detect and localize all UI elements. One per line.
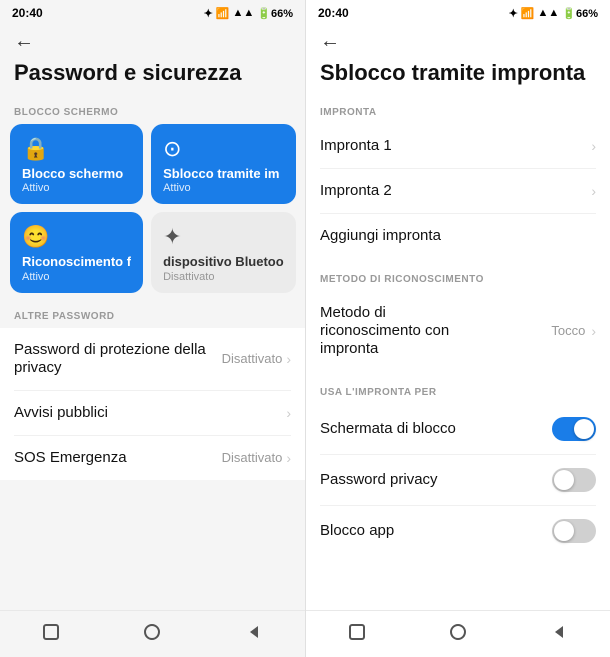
chevron-icon: ›	[286, 450, 291, 466]
lock-icon: 🔒	[22, 136, 131, 162]
tile-sblocco-impronta[interactable]: ⊙ Sblocco tramite im Attivo	[151, 124, 296, 205]
tile-riconoscimento-subtitle: Attivo	[22, 271, 131, 283]
tile-bluetooth[interactable]: ✦ dispositivo Bluetoo Disattivato	[151, 212, 296, 293]
page-title-right: Sblocco tramite impronta	[306, 55, 610, 97]
row-password-privacy-value: Disattivato	[222, 351, 283, 366]
status-bar-left: 20:40 ✦ 📶 ▲▲ 🔋66%	[0, 0, 305, 24]
aggiungi-impronta-label: Aggiungi impronta	[320, 227, 596, 245]
bottom-nav-right	[306, 610, 610, 657]
nav-square-left[interactable]	[40, 621, 62, 643]
tile-sblocco-title: Sblocco tramite im	[163, 166, 284, 182]
metodo-label: Metodo di riconoscimento con impronta	[320, 304, 480, 358]
status-bar-right: 20:40 ✦ 📶 ▲▲ 🔋66%	[306, 0, 610, 24]
row-avvisi[interactable]: Avvisi pubblici ›	[14, 391, 291, 436]
row-impronta-1[interactable]: Impronta 1 ›	[320, 124, 596, 169]
row-password-privacy[interactable]: Password di protezione della privacy Dis…	[14, 328, 291, 391]
section-metodo: METODO DI RICONOSCIMENTO	[306, 264, 610, 291]
bluetooth-icon: ✦	[163, 224, 284, 250]
wifi-icon-r: ▲▲	[538, 7, 560, 19]
blocco-app-label: Blocco app	[320, 522, 552, 540]
time-left: 20:40	[12, 6, 43, 20]
tile-blocco-schermo-subtitle: Attivo	[22, 182, 131, 194]
impronta-1-label: Impronta 1	[320, 137, 591, 155]
row-sos[interactable]: SOS Emergenza Disattivato ›	[14, 436, 291, 480]
right-panel: 20:40 ✦ 📶 ▲▲ 🔋66% ← Sblocco tramite impr…	[305, 0, 610, 657]
bt-icon: ✦	[204, 7, 213, 20]
battery-icon: 🔋66%	[257, 7, 293, 20]
tile-riconoscimento[interactable]: 😊 Riconoscimento f Attivo	[10, 212, 143, 293]
list-section-impronta: Impronta 1 › Impronta 2 › Aggiungi impro…	[306, 124, 610, 258]
wifi-icon: ▲▲	[233, 7, 255, 19]
left-panel: 20:40 ✦ 📶 ▲▲ 🔋66% ← Password e sicurezza…	[0, 0, 305, 657]
status-icons-left: ✦ 📶 ▲▲ 🔋66%	[204, 7, 293, 20]
back-button-right[interactable]: ←	[306, 24, 610, 55]
bottom-nav-left	[0, 610, 305, 657]
section-usa-impronta: USA L'IMPRONTA PER	[306, 377, 610, 404]
bt-icon-r: ✦	[509, 7, 518, 20]
chevron-impronta-1: ›	[591, 138, 596, 154]
row-metodo[interactable]: Metodo di riconoscimento con impronta To…	[320, 291, 596, 371]
section-altre-password: ALTRE PASSWORD	[0, 301, 305, 328]
chevron-impronta-2: ›	[591, 183, 596, 199]
tiles-grid: 🔒 Blocco schermo Attivo ⊙ Sblocco tramit…	[0, 124, 305, 301]
list-section-toggles: Schermata di blocco Password privacy Blo…	[306, 404, 610, 556]
toggle-schermata-blocco[interactable]	[552, 417, 596, 441]
nav-back-right[interactable]	[548, 621, 570, 643]
row-sos-label: SOS Emergenza	[14, 449, 222, 467]
impronta-2-label: Impronta 2	[320, 182, 591, 200]
tile-blocco-schermo[interactable]: 🔒 Blocco schermo Attivo	[10, 124, 143, 205]
tile-blocco-schermo-title: Blocco schermo	[22, 166, 131, 182]
signal-icon: 📶	[216, 7, 230, 20]
tile-sblocco-subtitle: Attivo	[163, 182, 284, 194]
row-avvisi-label: Avvisi pubblici	[14, 404, 286, 422]
nav-square-right[interactable]	[346, 621, 368, 643]
row-blocco-app[interactable]: Blocco app	[320, 506, 596, 556]
nav-circle-right[interactable]	[447, 621, 469, 643]
face-icon: 😊	[22, 224, 131, 250]
status-icons-right: ✦ 📶 ▲▲ 🔋66%	[509, 7, 598, 20]
section-blocco-schermo: BLOCCO SCHERMO	[0, 97, 305, 124]
chevron-icon: ›	[286, 351, 291, 367]
battery-icon-r: 🔋66%	[562, 7, 598, 20]
toggle-password-privacy[interactable]	[552, 468, 596, 492]
section-impronta: IMPRONTA	[306, 97, 610, 124]
back-button-left[interactable]: ←	[0, 24, 305, 55]
password-privacy-label: Password privacy	[320, 471, 552, 489]
metodo-value-group: Tocco ›	[551, 323, 596, 339]
nav-back-left[interactable]	[243, 621, 265, 643]
nav-circle-left[interactable]	[141, 621, 163, 643]
row-schermata-blocco[interactable]: Schermata di blocco	[320, 404, 596, 455]
row-password-privacy-right[interactable]: Password privacy	[320, 455, 596, 506]
chevron-metodo: ›	[591, 323, 596, 339]
tile-riconoscimento-title: Riconoscimento f	[22, 254, 131, 270]
signal-icon-r: 📶	[521, 7, 535, 20]
row-password-privacy-label: Password di protezione della privacy	[14, 341, 222, 377]
page-title-left: Password e sicurezza	[0, 55, 305, 97]
schermata-blocco-label: Schermata di blocco	[320, 420, 552, 438]
toggle-blocco-app[interactable]	[552, 519, 596, 543]
metodo-value: Tocco	[551, 323, 585, 338]
row-sos-value: Disattivato	[222, 450, 283, 465]
tile-bluetooth-subtitle: Disattivato	[163, 271, 284, 283]
chevron-icon: ›	[286, 405, 291, 421]
list-section-left: Password di protezione della privacy Dis…	[0, 328, 305, 480]
fingerprint-icon: ⊙	[163, 136, 284, 162]
tile-bluetooth-title: dispositivo Bluetoo	[163, 254, 284, 270]
row-impronta-2[interactable]: Impronta 2 ›	[320, 169, 596, 214]
time-right: 20:40	[318, 6, 349, 20]
row-aggiungi-impronta[interactable]: Aggiungi impronta	[320, 214, 596, 258]
list-section-metodo: Metodo di riconoscimento con impronta To…	[306, 291, 610, 371]
